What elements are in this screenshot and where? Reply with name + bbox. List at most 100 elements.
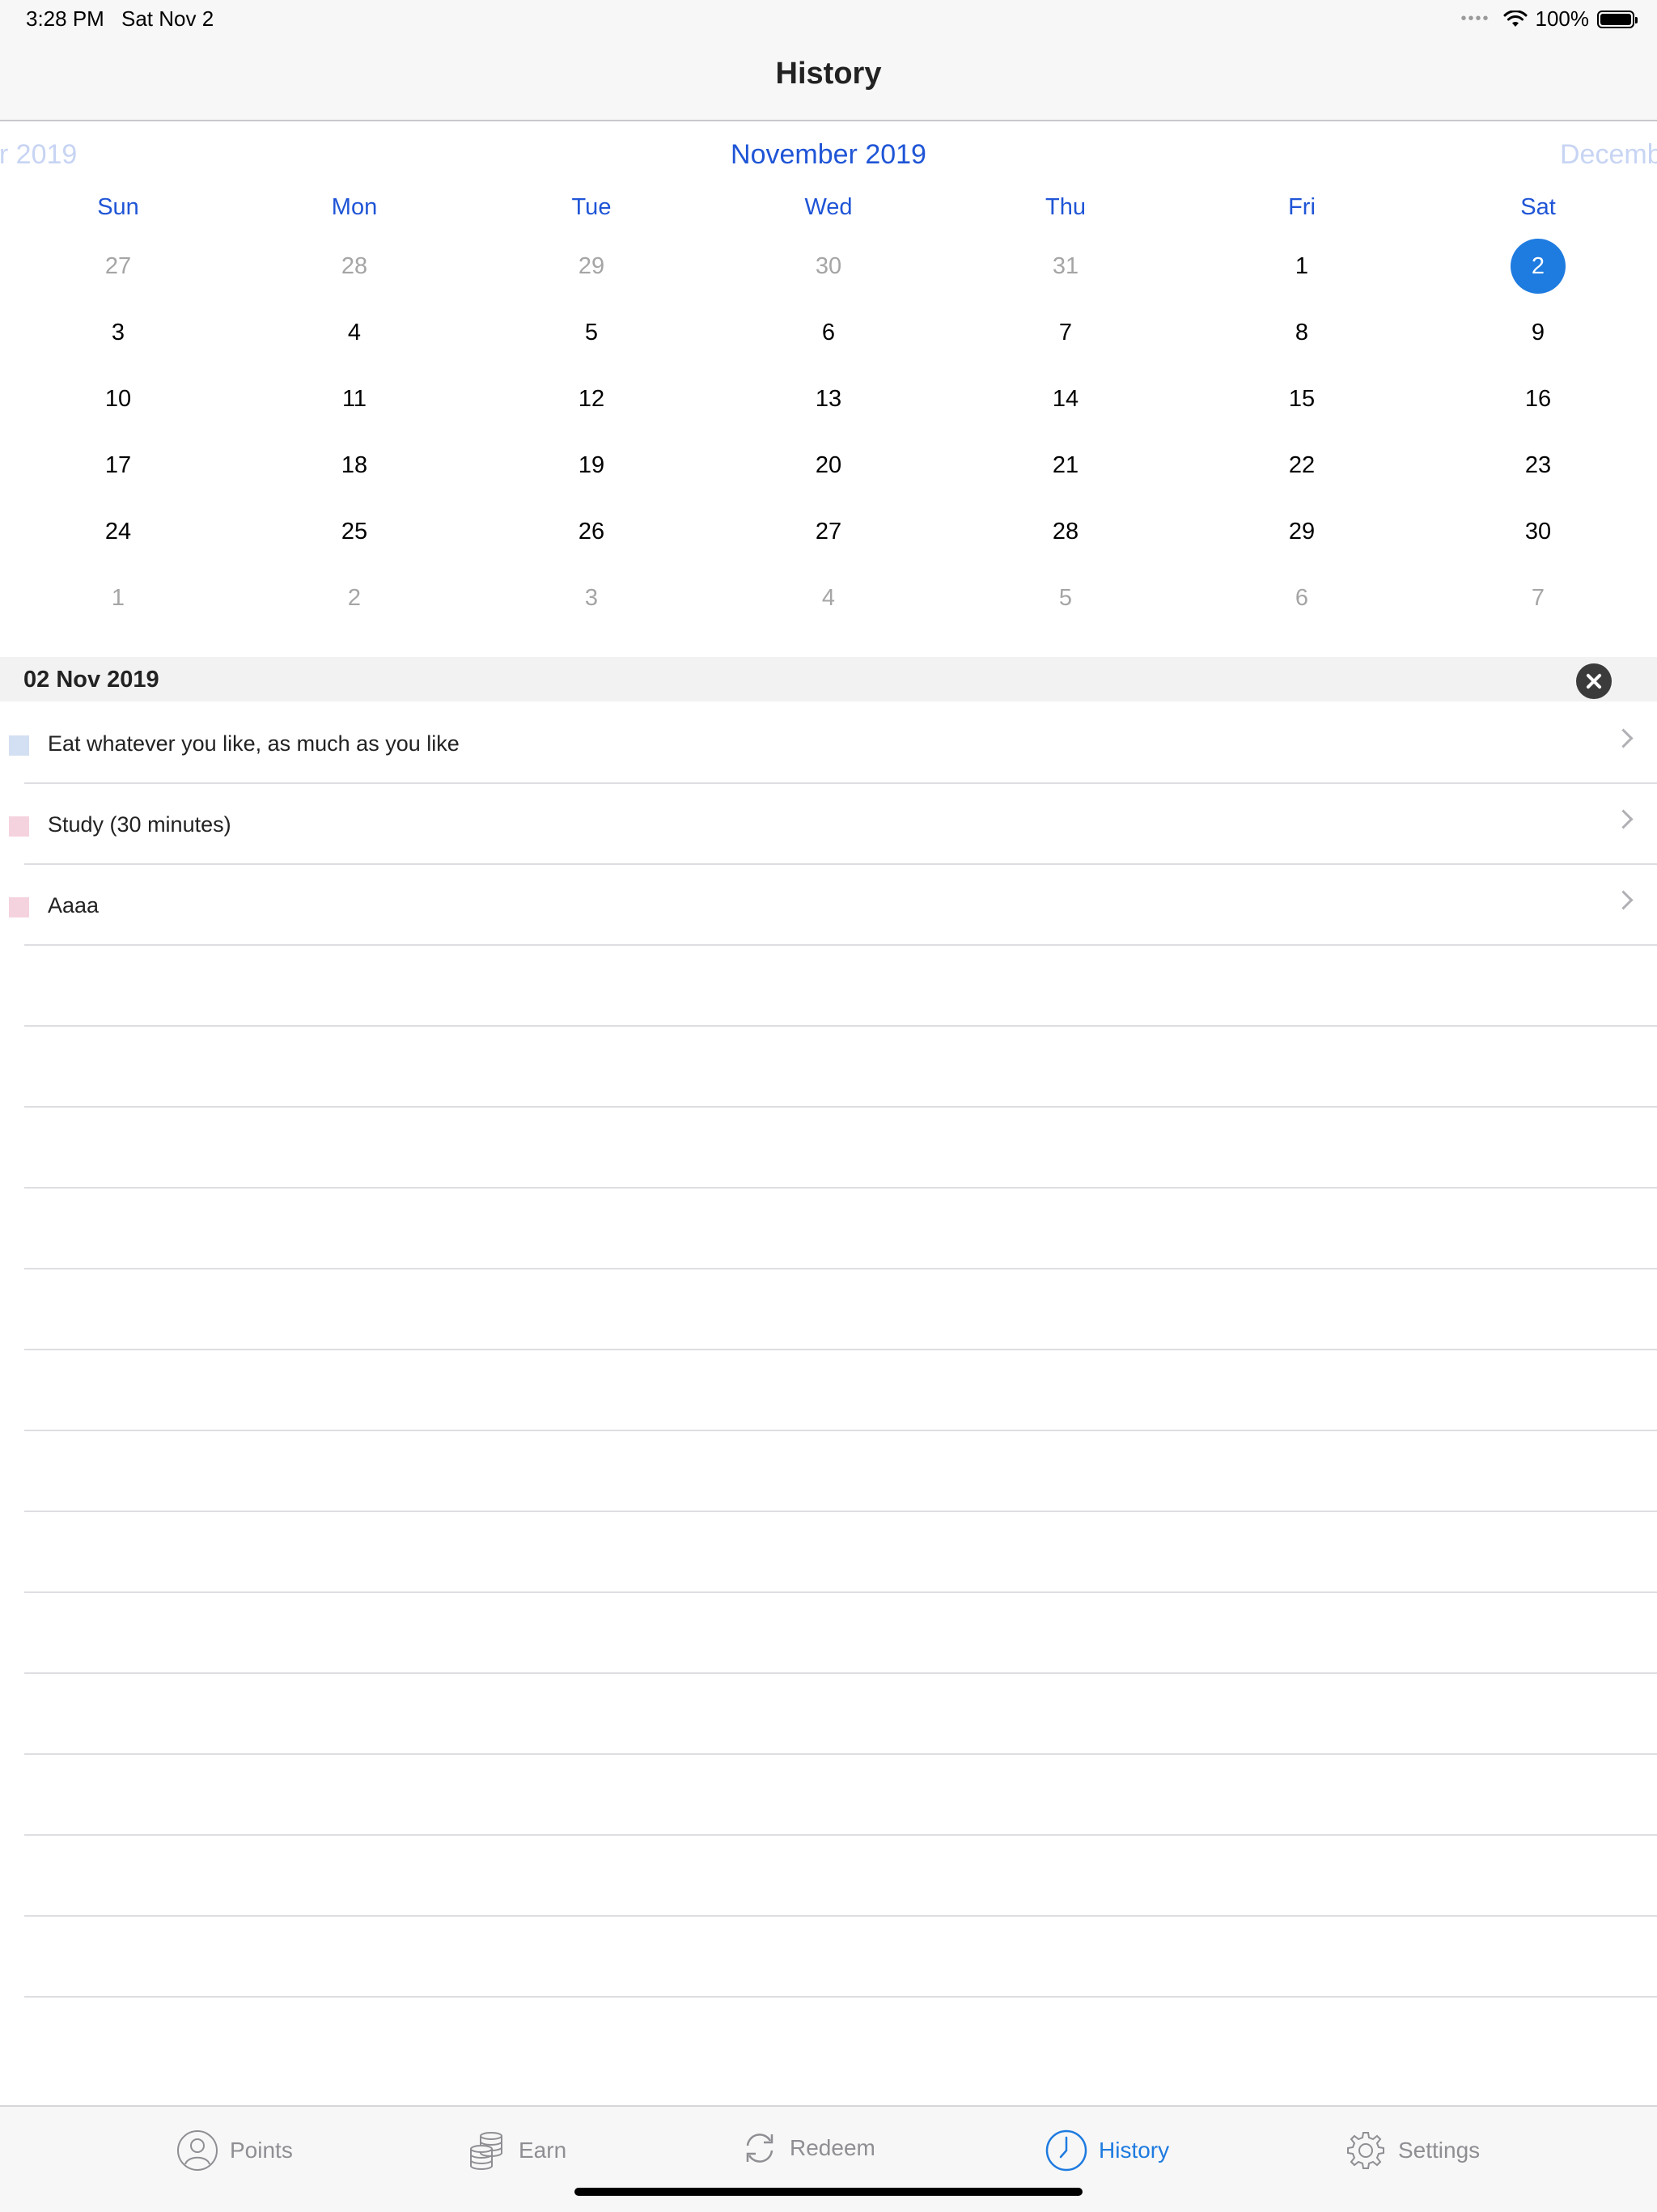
row-separator: [24, 1753, 1657, 1755]
calendar-day[interactable]: 31: [1037, 238, 1094, 295]
calendar-day[interactable]: 28: [326, 238, 383, 295]
calendar-day[interactable]: 6: [800, 304, 857, 361]
person-icon: [177, 2130, 218, 2171]
calendar-day[interactable]: 13: [800, 371, 857, 427]
chevron-right-icon: [1613, 890, 1634, 910]
next-month-label[interactable]: Decemb: [1560, 139, 1657, 171]
calendar-day[interactable]: 24: [90, 503, 146, 560]
weekday-mon: Mon: [331, 194, 378, 220]
top-bar: 3:28 PM Sat Nov 2 •••• 100% History: [0, 0, 1657, 121]
calendar-day[interactable]: 10: [90, 371, 146, 427]
history-row[interactable]: Study (30 minutes): [0, 783, 1657, 864]
calendar-day[interactable]: 27: [90, 238, 146, 295]
calendar-day[interactable]: 18: [326, 437, 383, 494]
tab-label: Points: [230, 2138, 293, 2163]
calendar-day[interactable]: 21: [1037, 437, 1094, 494]
tab-points[interactable]: Points: [176, 2129, 293, 2172]
calendar-day[interactable]: 20: [800, 437, 857, 494]
chevron-right-icon: [1613, 728, 1634, 748]
tab-history[interactable]: History: [1045, 2129, 1169, 2172]
home-indicator[interactable]: [574, 2188, 1083, 2196]
row-separator: [24, 1349, 1657, 1350]
battery-icon: [1597, 10, 1638, 28]
calendar-day[interactable]: 29: [563, 238, 620, 295]
calendar-day[interactable]: 7: [1510, 570, 1566, 626]
calendar-day[interactable]: 3: [90, 304, 146, 361]
calendar-day[interactable]: 17: [90, 437, 146, 494]
tab-label: Settings: [1398, 2138, 1481, 2163]
history-item-label: Aaaa: [48, 893, 100, 917]
calendar-day[interactable]: 2: [326, 570, 383, 626]
color-swatch: [9, 735, 29, 756]
calendar-day[interactable]: 5: [563, 304, 620, 361]
calendar-day-selected[interactable]: 2: [1511, 239, 1566, 294]
tab-redeem[interactable]: Redeem: [741, 2129, 875, 2167]
color-swatch: [9, 816, 29, 837]
tab-earn[interactable]: Earn: [465, 2129, 566, 2172]
selected-date-title: 02 Nov 2019: [23, 667, 159, 693]
calendar-day[interactable]: 22: [1273, 437, 1330, 494]
date-section-header: 02 Nov 2019: [0, 657, 1657, 701]
calendar-day[interactable]: 1: [90, 570, 146, 626]
calendar-day[interactable]: 4: [800, 570, 857, 626]
status-date: Sat Nov 2: [121, 6, 214, 31]
row-separator: [24, 863, 1657, 865]
calendar-day[interactable]: 7: [1037, 304, 1094, 361]
row-separator: [24, 1511, 1657, 1512]
chevron-right-icon: [1613, 809, 1634, 829]
row-separator: [24, 1591, 1657, 1593]
tab-label: Earn: [519, 2138, 567, 2163]
tab-settings[interactable]: Settings: [1345, 2129, 1480, 2172]
close-date-button[interactable]: [1576, 663, 1612, 699]
calendar-day[interactable]: 19: [563, 437, 620, 494]
calendar-day[interactable]: 30: [800, 238, 857, 295]
weekday-sun: Sun: [97, 194, 139, 220]
weekday-header: Sun Mon Tue Wed Thu Fri Sat: [0, 194, 1657, 227]
calendar-day[interactable]: 29: [1273, 503, 1330, 560]
calendar-day[interactable]: 4: [326, 304, 383, 361]
calendar-day[interactable]: 15: [1273, 371, 1330, 427]
calendar-day[interactable]: 5: [1037, 570, 1094, 626]
row-separator: [24, 1834, 1657, 1836]
calendar-day[interactable]: 25: [326, 503, 383, 560]
row-separator: [24, 944, 1657, 946]
row-separator: [24, 782, 1657, 784]
history-row[interactable]: Aaaa: [0, 864, 1657, 945]
calendar-day[interactable]: 27: [800, 503, 857, 560]
weekday-thu: Thu: [1045, 194, 1086, 220]
row-separator: [24, 1106, 1657, 1108]
row-separator: [24, 1268, 1657, 1269]
calendar-day[interactable]: 9: [1510, 304, 1566, 361]
calendar-day[interactable]: 14: [1037, 371, 1094, 427]
calendar-day[interactable]: 3: [563, 570, 620, 626]
calendar-day[interactable]: 30: [1510, 503, 1566, 560]
coins-icon: [470, 2132, 502, 2170]
row-separator: [24, 1025, 1657, 1027]
calendar-day[interactable]: 23: [1510, 437, 1566, 494]
calendar-day[interactable]: 6: [1273, 570, 1330, 626]
color-swatch: [9, 897, 29, 917]
calendar-day[interactable]: 28: [1037, 503, 1094, 560]
calendar-day[interactable]: 11: [326, 371, 383, 427]
calendar-day[interactable]: 1: [1273, 238, 1330, 295]
history-item-label: Study (30 minutes): [48, 812, 231, 837]
weekday-tue: Tue: [571, 194, 612, 220]
history-row[interactable]: Eat whatever you like, as much as you li…: [0, 702, 1657, 783]
gear-icon: [1347, 2132, 1384, 2169]
wifi-icon: [1503, 10, 1527, 27]
row-separator: [24, 1915, 1657, 1917]
status-time: 3:28 PM: [26, 6, 104, 31]
row-separator: [24, 1672, 1657, 1674]
history-item-label: Eat whatever you like, as much as you li…: [48, 731, 460, 756]
clock-icon: [1045, 2129, 1087, 2172]
tab-bar: Points Earn Redeem History Settings: [0, 2105, 1657, 2212]
calendar-day[interactable]: 16: [1510, 371, 1566, 427]
row-separator: [24, 1996, 1657, 1998]
calendar-day[interactable]: 26: [563, 503, 620, 560]
calendar-day[interactable]: 12: [563, 371, 620, 427]
row-separator: [24, 1430, 1657, 1431]
page-title: History: [775, 57, 882, 91]
calendar-day[interactable]: 8: [1273, 304, 1330, 361]
status-indicators: •••• 100%: [1460, 6, 1638, 32]
tab-label: History: [1099, 2138, 1170, 2163]
